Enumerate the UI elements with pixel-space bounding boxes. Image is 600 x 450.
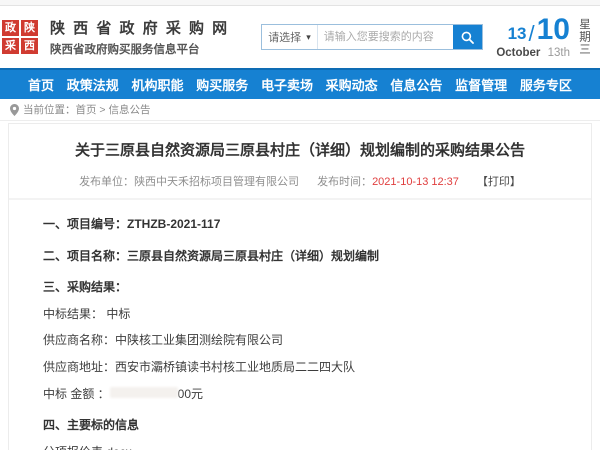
date-ordinal: 13th [548,47,570,59]
nav-item-org-functions[interactable]: 机构职能 [131,75,183,94]
nav-item-procurement-news[interactable]: 采购动态 [326,75,378,94]
date-month-number: 10 [537,15,570,45]
bid-amount-suffix: 00元 [178,387,203,401]
site-titles: 陕 西 省 政 府 采 购 网 陕西省政府购买服务信息平台 [50,17,229,57]
nav-item-info-notice[interactable]: 信息公告 [390,75,442,94]
site-header: 政 陕 采 西 陕 西 省 政 府 采 购 网 陕西省政府购买服务信息平台 请选… [0,6,600,68]
section-project-number: 一、项目编号：ZTHZB-2021-117 [43,206,557,238]
caret-down-icon: ▾ [306,32,311,43]
date-block: 13 / 10 October 13th 星期三 [496,15,594,59]
nav-item-service-zone[interactable]: 服务专区 [520,75,572,94]
date-main: 13 / 10 October 13th [496,15,570,59]
site-logo: 政 陕 采 西 [2,20,38,54]
date-separator: / [529,23,535,45]
section-project-name: 二、项目名称：三原县自然资源局三原县村庄（详细）规划编制 [43,238,557,270]
location-pin-icon [10,104,19,116]
publish-time-label: 发布时间： [317,176,372,188]
attachment-link[interactable]: 分项报价表.docx [43,439,557,450]
nav-item-supervision[interactable]: 监督管理 [455,75,507,94]
search-icon [461,31,474,44]
supplier-name-line: 供应商名称：中陕核工业集团测绘院有限公司 [43,327,557,354]
breadcrumb: 当前位置： 首页 > 信息公告 [0,99,600,121]
publisher-label: 发布单位： [79,176,134,188]
date-day: 13 [508,25,527,45]
page-title: 关于三原县自然资源局三原县村庄（详细）规划编制的采购结果公告 [9,139,591,160]
section-procurement-result: 三、采购结果： [43,269,557,301]
breadcrumb-label: 当前位置： [23,102,76,117]
nav-item-home[interactable]: 首页 [28,75,54,94]
search-input[interactable] [318,25,453,49]
main-nav: 首页 政策法规 机构职能 购买服务 电子卖场 采购动态 信息公告 监督管理 服务… [0,68,600,99]
publish-time-value: 2021-10-13 12:37 [372,176,459,188]
redacted-amount [110,387,178,398]
supplier-address-line: 供应商地址：西安市灞桥镇读书村核工业地质局二二四大队 [43,354,557,381]
logo-char-bl: 采 [2,38,19,54]
search-bar: 请选择 ▾ [261,24,483,50]
article-panel: 关于三原县自然资源局三原县村庄（详细）规划编制的采购结果公告 发布单位：陕西中天… [8,123,592,450]
search-category-label: 请选择 [268,29,301,45]
logo-char-tl: 政 [2,20,19,36]
bid-amount-line: 中标 金额 ： 00元 [43,381,557,408]
nav-item-policy[interactable]: 政策法规 [67,75,119,94]
logo-char-br: 西 [21,38,38,54]
search-category-select[interactable]: 请选择 ▾ [262,25,318,49]
article-body: 一、项目编号：ZTHZB-2021-117 二、项目名称：三原县自然资源局三原县… [9,200,591,450]
print-button[interactable]: 【打印】 [477,176,521,188]
bid-result-line: 中标结果： 中标 [43,301,557,328]
logo-char-tr: 陕 [21,20,38,36]
nav-item-e-marketplace[interactable]: 电子卖场 [261,75,313,94]
breadcrumb-path[interactable]: 首页 > 信息公告 [76,102,151,117]
date-weekday: 星期三 [578,18,592,56]
bid-amount-label: 中标 金额 ： [43,387,110,401]
section-main-subject-info: 四、主要标的信息 [43,407,557,439]
site-subtitle: 陕西省政府购买服务信息平台 [50,41,229,57]
search-button[interactable] [453,25,482,49]
article-meta: 发布单位：陕西中天禾招标项目管理有限公司 发布时间：2021-10-13 12:3… [9,173,591,200]
date-month-name: October [496,47,540,59]
publisher-value: 陕西中天禾招标项目管理有限公司 [134,176,299,188]
site-title: 陕 西 省 政 府 采 购 网 [50,17,229,38]
nav-item-purchase-service[interactable]: 购买服务 [196,75,248,94]
